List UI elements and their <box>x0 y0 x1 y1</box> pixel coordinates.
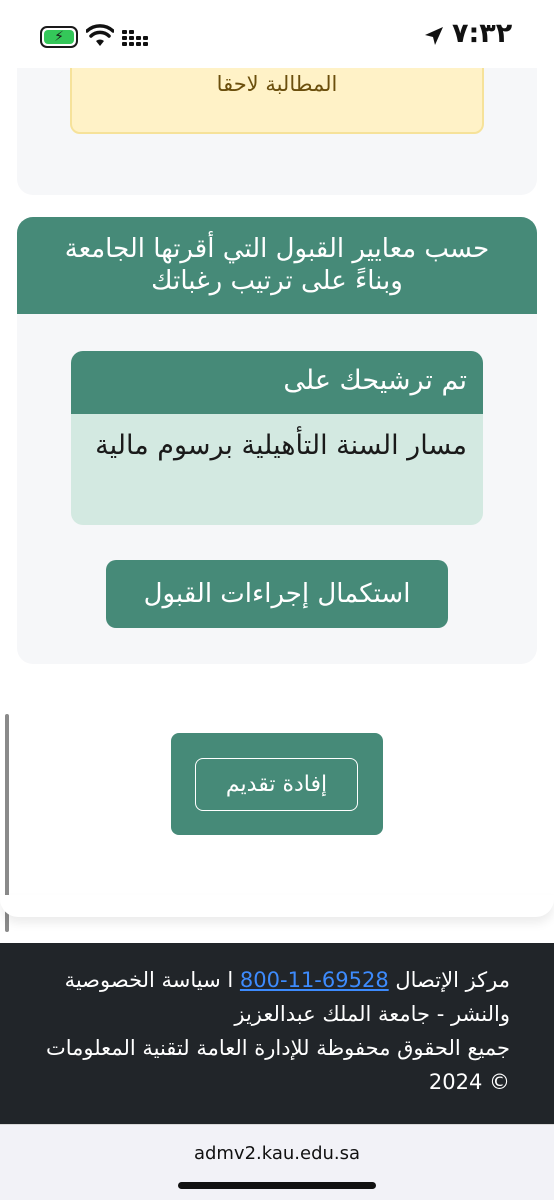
application-statement-button[interactable]: إفادة تقديم <box>195 758 358 811</box>
content-card-edge <box>0 895 554 917</box>
home-indicator[interactable] <box>178 1182 376 1189</box>
complete-admission-button[interactable]: استكمال إجراءات القبول <box>106 560 448 628</box>
warning-text: المطالبة لاحقا <box>216 72 338 96</box>
result-card-header: حسب معايير القبول التي أقرتها الجامعة وب… <box>17 217 537 314</box>
admission-result-card: حسب معايير القبول التي أقرتها الجامعة وب… <box>17 217 537 664</box>
nomination-heading: تم ترشيحك على <box>71 351 483 414</box>
contact-center-label: مركز الإتصال <box>395 968 510 992</box>
contact-phone-link[interactable]: 800-11-69528 <box>240 968 389 992</box>
battery-charging-icon: ⚡ <box>40 26 78 48</box>
application-statement-panel: إفادة تقديم <box>171 733 383 835</box>
location-arrow-icon <box>425 27 443 45</box>
cellular-signal-icon <box>122 30 148 46</box>
wifi-icon <box>86 24 114 46</box>
footer: مركز الإتصال 800-11-69528 ا سياسة الخصوص… <box>0 943 554 1124</box>
nomination-box: تم ترشيحك على مسار السنة التأهيلية برسوم… <box>71 351 483 525</box>
copyright-text: جميع الحقوق محفوظة للإدارة العامة لتقنية… <box>45 1036 510 1094</box>
status-time: ٧:٣٢ <box>452 18 513 49</box>
nominated-program: مسار السنة التأهيلية برسوم مالية <box>95 430 467 461</box>
url-text[interactable]: admv2.kau.edu.sa <box>0 1143 554 1164</box>
status-bar: ⚡ ٧:٣٢ <box>0 0 554 68</box>
